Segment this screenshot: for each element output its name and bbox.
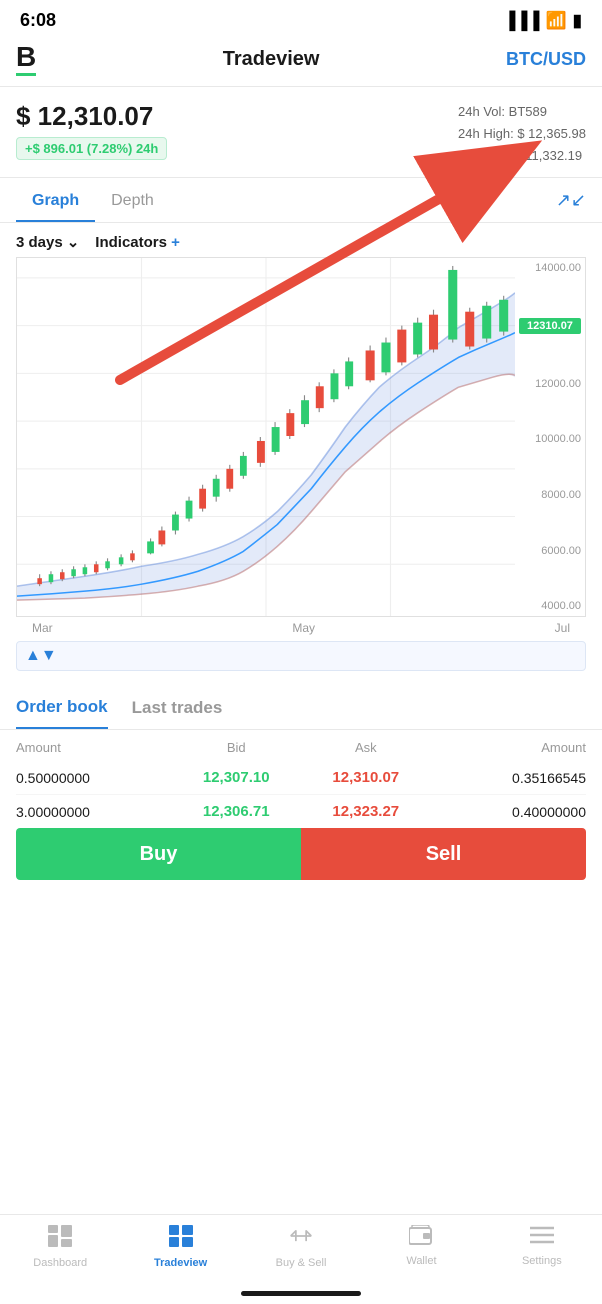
battery-icon: ▮: [573, 11, 582, 31]
app-logo: B: [16, 43, 36, 76]
ob-amount-left-2: 3.00000000: [16, 804, 171, 820]
high-stat: 24h High: $ 12,365.98: [458, 123, 586, 145]
price-chart[interactable]: 14000.00 12310.07 12000.00 10000.00 8000…: [16, 257, 586, 617]
status-bar: 6:08 ▐▐▐ 📶 ▮: [0, 0, 602, 37]
ob-bid-1: 12,307.10: [171, 769, 301, 786]
status-icons: ▐▐▐ 📶 ▮: [503, 11, 582, 31]
ob-amount-left-1: 0.50000000: [16, 770, 171, 786]
ob-amount-right-2: 0.40000000: [431, 804, 586, 820]
tab-order-book[interactable]: Order book: [16, 697, 108, 729]
price-section: $ 12,310.07 +$ 896.01 (7.28%) 24h 24h Vo…: [0, 87, 602, 178]
nav-label-tradeview: Tradeview: [154, 1257, 207, 1269]
wifi-icon: 📶: [545, 11, 566, 31]
nav-label-settings: Settings: [522, 1255, 562, 1267]
price-stats: 24h Vol: BT589 24h High: $ 12,365.98 24h…: [458, 101, 586, 167]
buy-button[interactable]: Buy: [16, 828, 301, 880]
y-label-6000: 6000.00: [519, 545, 581, 557]
main-price: $ 12,310.07: [16, 101, 438, 132]
low-stat: 24h Low: $ 11,332.19: [458, 145, 586, 167]
home-indicator: [241, 1291, 361, 1296]
expand-icon[interactable]: ↗︎↙︎: [556, 190, 586, 211]
ob-amount-right-1: 0.35166545: [431, 770, 586, 786]
buy-sell-row: Buy Sell: [16, 828, 586, 880]
ob-header-ask: Ask: [301, 740, 431, 755]
nav-item-buysell[interactable]: Buy & Sell: [241, 1225, 361, 1269]
table-row: 3.00000000 12,306.71 12,323.27 0.4000000…: [16, 795, 586, 828]
order-book: Amount Bid Ask Amount 0.50000000 12,307.…: [0, 730, 602, 828]
header-title: Tradeview: [223, 48, 320, 71]
y-label-12000: 12000.00: [519, 378, 581, 390]
ob-header: Amount Bid Ask Amount: [16, 730, 586, 761]
nav-item-tradeview[interactable]: Tradeview: [120, 1225, 240, 1269]
chart-minimap[interactable]: ▲▼: [16, 641, 586, 671]
signal-icon: ▐▐▐: [503, 11, 539, 31]
chevron-down-icon: ⌄: [67, 233, 80, 251]
volume-stat: 24h Vol: BT589: [458, 101, 586, 123]
y-axis: 14000.00 12310.07 12000.00 10000.00 8000…: [515, 258, 585, 616]
nav-label-buysell: Buy & Sell: [276, 1257, 327, 1269]
app-header: B Tradeview BTC/USD: [0, 37, 602, 87]
candlestick-svg: [17, 258, 515, 616]
days-selector[interactable]: 3 days ⌄: [16, 233, 79, 251]
sell-button[interactable]: Sell: [301, 828, 586, 880]
ob-header-amount-right: Amount: [431, 740, 586, 755]
price-left: $ 12,310.07 +$ 896.01 (7.28%) 24h: [16, 101, 438, 160]
indicators-button[interactable]: Indicators +: [95, 234, 180, 251]
nav-label-wallet: Wallet: [406, 1255, 436, 1267]
y-label-14000: 14000.00: [519, 262, 581, 274]
tab-graph[interactable]: Graph: [16, 178, 95, 222]
nav-item-settings[interactable]: Settings: [482, 1225, 602, 1267]
ob-bid-2: 12,306.71: [171, 803, 301, 820]
dashboard-icon: [48, 1225, 72, 1253]
nav-label-dashboard: Dashboard: [33, 1257, 87, 1269]
price-change: +$ 896.01 (7.28%) 24h: [16, 137, 167, 160]
chart-tabs: Graph Depth ↗︎↙︎: [0, 178, 602, 223]
tab-depth[interactable]: Depth: [95, 178, 170, 222]
buysell-icon: [289, 1225, 313, 1253]
y-label-8000: 8000.00: [519, 489, 581, 501]
settings-icon: [530, 1225, 554, 1251]
trading-pair[interactable]: BTC/USD: [506, 49, 586, 70]
order-book-tabs: Order book Last trades: [0, 681, 602, 730]
current-price-badge: 12310.07: [519, 318, 581, 334]
nav-item-wallet[interactable]: Wallet: [361, 1225, 481, 1267]
ob-header-amount-left: Amount: [16, 740, 171, 755]
tradeview-icon: [169, 1225, 193, 1253]
y-label-10000: 10000.00: [519, 433, 581, 445]
chart-controls: 3 days ⌄ Indicators +: [0, 223, 602, 257]
minimap-icon: ▲▼: [25, 647, 57, 665]
ob-header-bid: Bid: [171, 740, 301, 755]
table-row: 0.50000000 12,307.10 12,310.07 0.3516654…: [16, 761, 586, 795]
wallet-icon: [409, 1225, 433, 1251]
ob-ask-1: 12,310.07: [301, 769, 431, 786]
x-label-jul: Jul: [555, 621, 570, 635]
status-time: 6:08: [20, 10, 56, 31]
y-label-4000: 4000.00: [519, 600, 581, 612]
tab-last-trades[interactable]: Last trades: [132, 698, 223, 728]
nav-item-dashboard[interactable]: Dashboard: [0, 1225, 120, 1269]
x-label-mar: Mar: [32, 621, 53, 635]
x-label-may: May: [292, 621, 315, 635]
x-axis: Mar May Jul: [16, 617, 586, 635]
ob-ask-2: 12,323.27: [301, 803, 431, 820]
